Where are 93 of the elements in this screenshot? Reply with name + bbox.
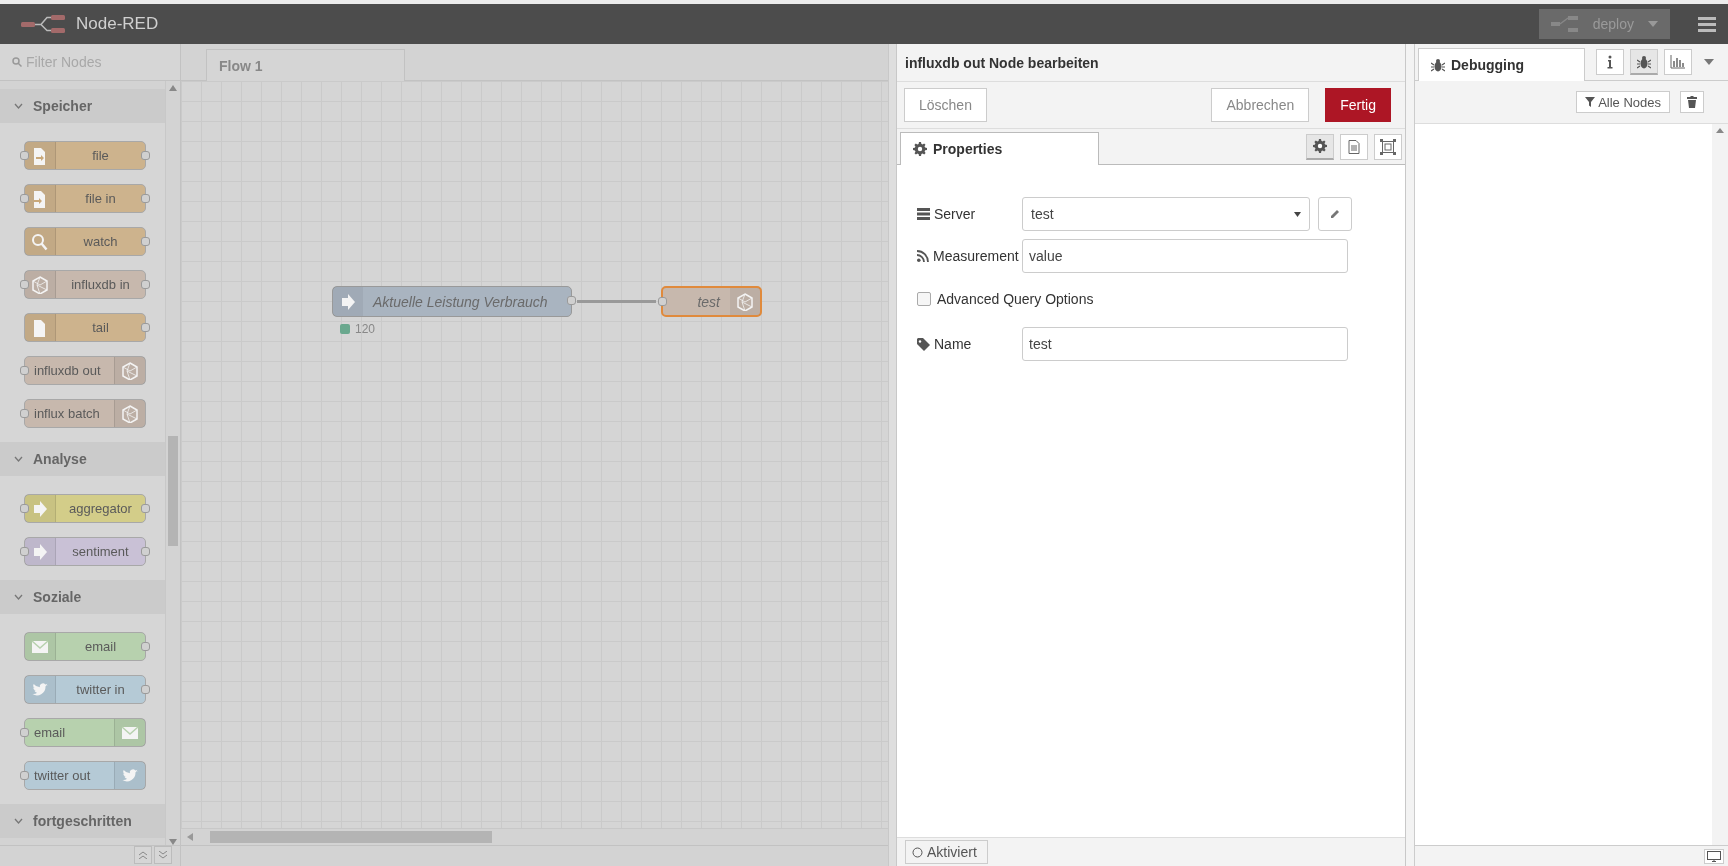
input-port <box>20 504 29 513</box>
frame-icon <box>1380 138 1396 155</box>
text-field[interactable]: value <box>1022 239 1348 273</box>
caret-icon <box>1294 211 1301 217</box>
category-header[interactable]: Analyse <box>0 442 165 476</box>
edit-button[interactable] <box>1318 197 1352 231</box>
bar-chart-icon <box>1670 55 1686 69</box>
bug-icon <box>1431 58 1445 72</box>
scrollbar-thumb[interactable] <box>210 831 492 843</box>
done-button[interactable]: Fertig <box>1325 88 1391 122</box>
category-header[interactable]: Speicher <box>0 89 165 123</box>
scroll-up-icon[interactable] <box>169 85 177 91</box>
dialog-button[interactable]: Löschen <box>904 88 987 122</box>
output-port <box>141 194 150 203</box>
menu-icon <box>1698 16 1716 32</box>
menu-button[interactable] <box>1698 16 1716 32</box>
input-port <box>20 280 29 289</box>
deploy-icon <box>1550 16 1579 32</box>
document-icon <box>1348 139 1360 154</box>
double-chevron-down-icon <box>159 851 167 859</box>
trash-icon <box>1687 96 1697 108</box>
output-port <box>141 685 150 694</box>
text-field[interactable]: test <box>1022 327 1348 361</box>
tag-icon <box>917 337 930 351</box>
scrollbar-thumb[interactable] <box>168 436 178 546</box>
server-icon <box>917 208 930 220</box>
input-port <box>658 297 667 306</box>
info-icon <box>1606 55 1614 69</box>
output-port <box>141 547 150 556</box>
settings-icon <box>1313 139 1327 153</box>
checkbox[interactable] <box>917 292 931 306</box>
status-text: 120 <box>355 322 376 336</box>
panel-title: influxdb out Node bearbeiten <box>897 44 1405 82</box>
app-title: Node-RED <box>76 14 159 34</box>
collapse-all-button[interactable] <box>134 846 152 864</box>
double-chevron-up-icon <box>139 851 147 859</box>
scroll-up-icon[interactable] <box>1716 128 1724 133</box>
gear-icon <box>913 142 927 156</box>
debug-tab[interactable]: Debugging <box>1418 48 1585 81</box>
caret-icon <box>1648 21 1658 27</box>
output-port <box>141 323 150 332</box>
arrow-icon <box>31 542 49 561</box>
output-port <box>567 296 576 305</box>
caret-icon <box>1704 59 1714 65</box>
expand-all-button[interactable] <box>154 846 172 864</box>
pencil-icon <box>1329 208 1341 220</box>
output-port <box>141 642 150 651</box>
category-header[interactable]: Soziale <box>0 580 165 614</box>
search-icon <box>12 57 22 67</box>
server-select[interactable]: test <box>1022 197 1310 231</box>
scroll-left-icon[interactable] <box>187 833 193 841</box>
input-port <box>20 194 29 203</box>
arrow-icon <box>31 499 49 518</box>
popout-button[interactable] <box>1704 848 1724 864</box>
filter-button[interactable]: Alle Nodes <box>1576 91 1670 113</box>
hexagon-icon <box>121 361 139 380</box>
output-port <box>141 504 150 513</box>
hexagon-icon <box>736 292 754 311</box>
flow-tab[interactable]: Flow 1 <box>206 49 405 81</box>
checkbox-label: Advanced Query Options <box>937 291 1094 307</box>
input-port <box>20 728 29 737</box>
circle-icon <box>912 846 923 858</box>
monitor-icon <box>1707 850 1721 862</box>
arrow-icon <box>339 292 357 311</box>
input-port <box>20 409 29 418</box>
bug-icon <box>1637 54 1651 69</box>
toolbar-button[interactable] <box>1596 49 1624 75</box>
dialog-button[interactable]: Abbrechen <box>1211 88 1310 122</box>
search-icon <box>31 232 49 251</box>
toolbar-button[interactable] <box>1306 133 1334 160</box>
field-label: Server <box>934 206 976 222</box>
toolbar-button[interactable] <box>1664 49 1692 75</box>
filter-icon <box>1585 97 1596 107</box>
output-port <box>141 151 150 160</box>
output-port <box>141 280 150 289</box>
toolbar-button[interactable] <box>1630 49 1658 75</box>
clear-button[interactable] <box>1680 91 1704 113</box>
category-header[interactable]: fortgeschritten <box>0 804 165 838</box>
toolbar-button[interactable] <box>1374 133 1402 160</box>
flow-node[interactable]: test <box>661 286 762 317</box>
hexagon-icon <box>121 404 139 423</box>
hexagon-icon <box>31 275 49 294</box>
feed-icon <box>917 250 929 262</box>
toolbar-button[interactable] <box>1340 133 1368 160</box>
enabled-toggle[interactable]: Aktiviert <box>905 840 988 864</box>
output-port <box>141 237 150 246</box>
field-label: Measurement <box>933 248 1019 264</box>
field-label: Name <box>934 336 972 352</box>
properties-tab[interactable]: Properties <box>900 132 1099 165</box>
input-port <box>20 547 29 556</box>
input-port <box>20 771 29 780</box>
input-port <box>20 366 29 375</box>
input-port <box>20 151 29 160</box>
